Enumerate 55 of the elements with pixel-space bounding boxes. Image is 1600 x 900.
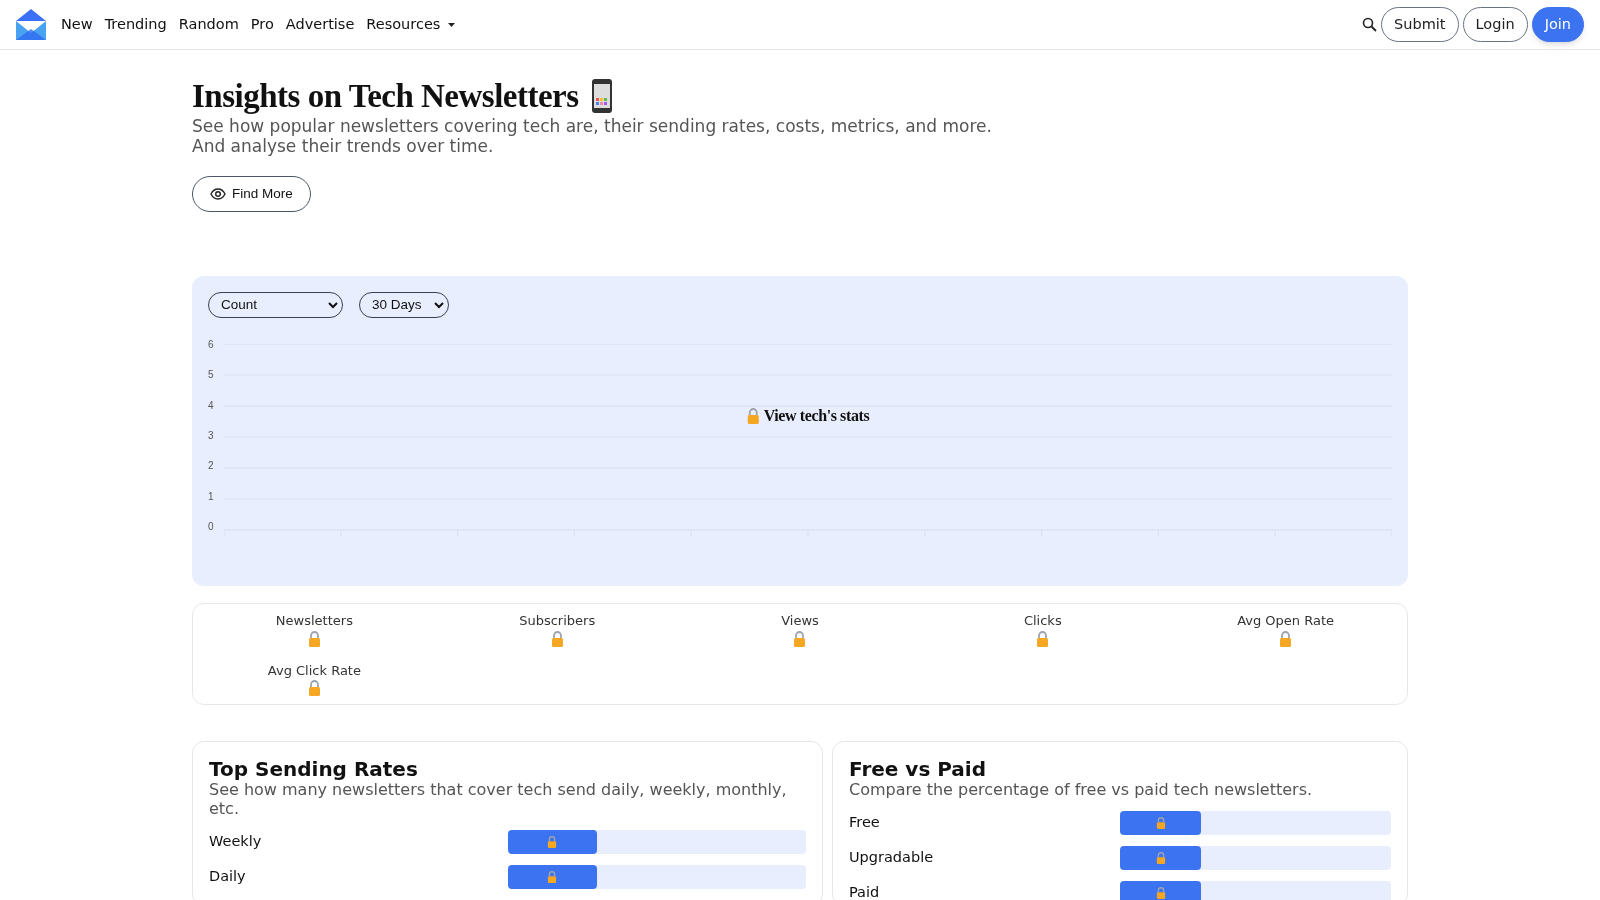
- lock-icon: [547, 871, 558, 883]
- row-label: Weekly: [209, 832, 263, 852]
- card-title: Free vs Paid: [849, 758, 988, 780]
- row-label: Daily: [209, 867, 247, 887]
- y-axis-label: 0: [208, 521, 215, 532]
- stat-label: Subscribers: [519, 612, 596, 630]
- select-dropdown[interactable]: 30 Days: [359, 292, 449, 318]
- nav-button[interactable]: Join: [1531, 6, 1584, 43]
- stat-label: Avg Open Rate: [1237, 612, 1335, 630]
- resources-menu[interactable]: Resources: [366, 13, 456, 36]
- y-axis-label: 5: [208, 370, 215, 381]
- nav-button[interactable]: Login: [1462, 6, 1528, 43]
- search-icon[interactable]: [1362, 17, 1378, 32]
- select-dropdown[interactable]: Count: [208, 292, 343, 318]
- stat-label: Views: [781, 612, 819, 630]
- caret-icon: [448, 22, 456, 27]
- y-axis-label: 4: [208, 400, 215, 411]
- lock-icon: [1155, 852, 1166, 864]
- row-label: Paid: [849, 883, 881, 900]
- y-axis-label: 2: [208, 461, 215, 472]
- nav-link[interactable]: Pro: [250, 13, 274, 36]
- row-label: Upgradable: [849, 848, 935, 868]
- nav-link[interactable]: Random: [178, 13, 239, 36]
- page-subtitle: See how popular newsletters covering tech are, their sending rates, costs, metrics, and more. And analyse their trends over time.: [192, 116, 993, 156]
- y-axis-label: 1: [208, 491, 215, 502]
- envelope-logo-icon[interactable]: [16, 9, 46, 40]
- stat-label: Clicks: [1023, 612, 1062, 630]
- lock-icon: [550, 630, 564, 647]
- lock-icon: [1036, 630, 1050, 647]
- row-label: Free: [849, 813, 881, 833]
- card-description: Compare the percentage of free vs paid tech newsletters.: [849, 780, 1314, 799]
- nav-link[interactable]: Advertise: [285, 13, 355, 36]
- lock-icon: [307, 630, 321, 647]
- card-title: Top Sending Rates: [209, 758, 419, 780]
- chevron-down-icon: [433, 301, 444, 309]
- y-axis-label: 3: [208, 431, 215, 441]
- card-description: See how many newsletters that cover tech send daily, weekly, monthly, etc.: [209, 780, 788, 818]
- lock-icon: [1155, 817, 1166, 829]
- lock-icon: [746, 408, 760, 424]
- locked-chart-message: View tech's stats: [763, 406, 870, 426]
- lock-icon: [307, 680, 321, 696]
- lock-icon: [1279, 630, 1293, 647]
- lock-icon: [793, 630, 807, 647]
- nav-button[interactable]: Submit: [1381, 6, 1459, 43]
- stat-label: Avg Click Rate: [267, 661, 361, 680]
- phone-icon: [590, 78, 613, 114]
- page-title: Insights on Tech Newsletters: [192, 78, 579, 114]
- lock-icon: [1155, 887, 1166, 899]
- nav-link[interactable]: New: [61, 13, 93, 36]
- eye-icon: [210, 188, 226, 200]
- stat-label: Newsletters: [275, 612, 353, 630]
- chevron-down-icon: [328, 301, 338, 309]
- y-axis-label: 6: [208, 340, 215, 350]
- nav-link[interactable]: Trending: [104, 13, 167, 36]
- lock-icon: [547, 836, 558, 848]
